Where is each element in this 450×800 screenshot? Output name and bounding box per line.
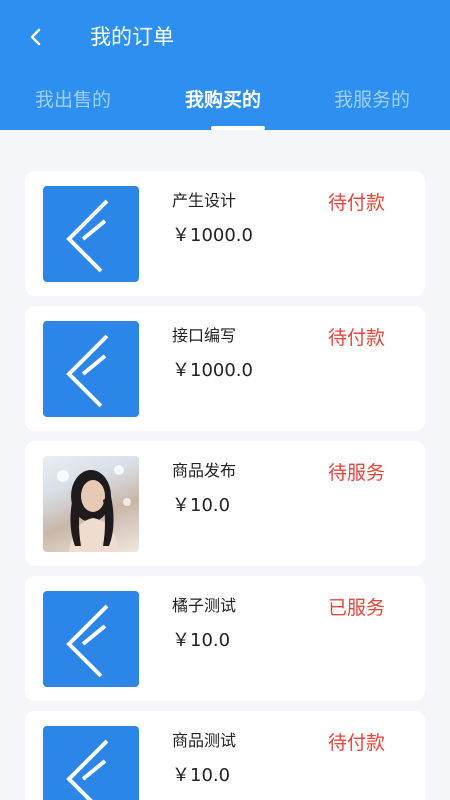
order-status: 待服务 — [328, 462, 386, 484]
product-name: 接口编写 — [172, 326, 237, 345]
product-price: ￥10.0 — [172, 630, 231, 651]
product-name: 商品测试 — [172, 731, 237, 750]
order-tabs: 我出售的 我购买的 我服务的 — [0, 84, 450, 130]
page-title: 我的订单 — [90, 25, 174, 49]
chevron-left-icon — [30, 28, 41, 46]
order-list: 产生设计 ￥1000.0 待付款 接口编写 ￥1000.0 待付款 商品发布 ￥… — [0, 130, 450, 800]
order-card[interactable]: 商品测试 ￥10.0 待付款 — [25, 711, 425, 800]
order-card[interactable]: 产生设计 ￥1000.0 待付款 — [25, 171, 425, 296]
order-status: 待付款 — [328, 192, 386, 214]
product-price: ￥1000.0 — [172, 225, 253, 246]
product-name: 商品发布 — [172, 461, 237, 480]
product-name: 产生设计 — [172, 191, 237, 210]
tab-serving[interactable]: 我服务的 — [334, 84, 410, 116]
order-status: 待付款 — [328, 327, 386, 349]
tab-buying[interactable]: 我购买的 — [185, 84, 261, 116]
app-logo-icon — [43, 726, 139, 800]
order-status: 已服务 — [328, 597, 386, 619]
order-card[interactable]: 橘子测试 ￥10.0 已服务 — [25, 576, 425, 701]
order-card[interactable]: 接口编写 ￥1000.0 待付款 — [25, 306, 425, 431]
order-card[interactable]: 商品发布 ￥10.0 待服务 — [25, 441, 425, 566]
product-price: ￥10.0 — [172, 765, 231, 786]
order-status: 待付款 — [328, 732, 386, 754]
product-price: ￥10.0 — [172, 495, 231, 516]
app-logo-icon — [43, 186, 139, 282]
app-logo-icon — [43, 321, 139, 417]
product-price: ￥1000.0 — [172, 360, 253, 381]
back-button[interactable] — [24, 24, 48, 50]
app-logo-icon — [43, 591, 139, 687]
user-photo — [43, 456, 139, 552]
product-name: 橘子测试 — [172, 596, 237, 615]
tab-selling[interactable]: 我出售的 — [35, 84, 111, 116]
app-header: 我的订单 我出售的 我购买的 我服务的 — [0, 0, 450, 130]
